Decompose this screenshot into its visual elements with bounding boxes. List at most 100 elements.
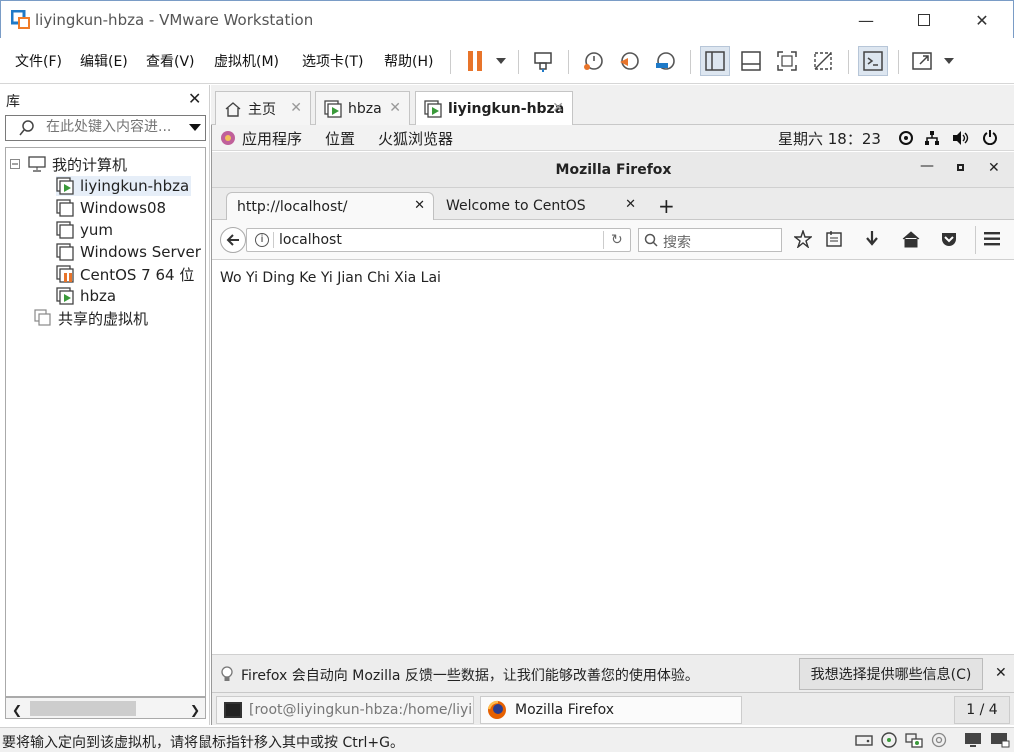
- toolbar-separator: [690, 50, 691, 74]
- menu-applications[interactable]: 应用程序: [242, 128, 302, 149]
- power-icon[interactable]: [982, 129, 998, 145]
- status-bar: 要将输入定向到该虚拟机，请将鼠标指针移入其中或按 Ctrl+G。: [0, 727, 1014, 752]
- power-dropdown-icon[interactable]: [486, 46, 516, 76]
- unity-icon[interactable]: [808, 46, 838, 76]
- tree-item-vm[interactable]: CentOS 7 64 位: [56, 264, 194, 284]
- search-icon: [644, 233, 658, 247]
- notice-text: Firefox 会自动向 Mozilla 反馈一些数据，让我们能够改善您的使用体…: [241, 668, 699, 684]
- chevron-down-icon[interactable]: [189, 124, 201, 132]
- tree-item-my-computer[interactable]: 我的计算机: [10, 154, 127, 174]
- firefox-close-button[interactable]: ✕: [988, 160, 1000, 176]
- menu-file[interactable]: 文件(F): [15, 51, 62, 71]
- firefox-nav-bar: i localhost ↻ 搜索: [212, 220, 1014, 260]
- console-view-icon[interactable]: [858, 46, 888, 76]
- scroll-left-icon[interactable]: ❮: [12, 703, 22, 717]
- display-icon[interactable]: [964, 732, 982, 748]
- info-icon[interactable]: i: [255, 233, 269, 247]
- tree-item-vm[interactable]: Windows08: [56, 198, 166, 218]
- thumbnail-bar-icon[interactable]: [736, 46, 766, 76]
- applications-icon: [220, 130, 236, 146]
- scrollbar-thumb[interactable]: [30, 701, 136, 716]
- close-tab-icon[interactable]: ✕: [625, 197, 636, 212]
- guest-screen[interactable]: 应用程序 位置 火狐浏览器 星期六 18：23 Mozilla Firefox …: [211, 125, 1014, 725]
- tree-label: hbza: [80, 287, 117, 305]
- library-search[interactable]: [5, 115, 206, 141]
- close-tab-icon[interactable]: ✕: [290, 100, 302, 116]
- tree-item-shared[interactable]: 共享的虚拟机: [34, 308, 148, 328]
- reload-icon[interactable]: ↻: [611, 232, 623, 248]
- url-bar[interactable]: i localhost ↻: [246, 228, 631, 252]
- choose-data-button[interactable]: 我想选择提供哪些信息(C): [799, 658, 983, 690]
- firefox-maximize-button[interactable]: [957, 164, 964, 171]
- hard-disk-icon[interactable]: [855, 732, 873, 748]
- hamburger-menu-icon[interactable]: [984, 232, 1000, 246]
- tree-item-vm[interactable]: hbza: [56, 286, 116, 306]
- new-tab-button[interactable]: +: [658, 194, 675, 218]
- usb-icon[interactable]: [930, 732, 948, 748]
- revert-snapshot-icon[interactable]: [614, 46, 644, 76]
- pocket-icon[interactable]: [940, 230, 958, 248]
- bookmark-star-icon[interactable]: [794, 230, 812, 248]
- vm-paused-icon: [56, 265, 74, 283]
- tab-home[interactable]: 主页 ✕: [215, 91, 311, 125]
- snapshot-manager-icon[interactable]: [650, 46, 680, 76]
- menu-view[interactable]: 查看(V): [146, 51, 195, 71]
- cd-dvd-icon[interactable]: [880, 732, 898, 748]
- vm-running-icon: [56, 177, 74, 195]
- clock[interactable]: 星期六 18：23: [778, 128, 881, 149]
- network-adapter-icon[interactable]: [905, 732, 923, 748]
- firefox-minimize-button[interactable]: —: [920, 158, 934, 174]
- firefox-window: Mozilla Firefox — ✕ http://localhost/ ✕ …: [212, 152, 1014, 725]
- menu-help[interactable]: 帮助(H): [384, 51, 433, 71]
- firefox-tab-welcome[interactable]: Welcome to CentOS ✕: [436, 192, 642, 220]
- taskbar-label: Mozilla Firefox: [515, 702, 615, 718]
- menu-vm[interactable]: 虚拟机(M): [214, 51, 279, 71]
- maximize-button[interactable]: [901, 1, 947, 39]
- bookmarks-list-icon[interactable]: [826, 230, 842, 248]
- minimize-button[interactable]: —: [843, 1, 889, 39]
- workspace-pager[interactable]: 1 / 4: [954, 696, 1010, 724]
- collapse-icon[interactable]: [10, 159, 20, 169]
- vm-icon: [56, 199, 74, 217]
- tab-hbza[interactable]: hbza ✕: [315, 91, 410, 125]
- show-library-icon[interactable]: [700, 46, 730, 76]
- close-window-button[interactable]: ✕: [959, 1, 1005, 39]
- tree-label: yum: [80, 221, 113, 239]
- taskbar-item-terminal[interactable]: [root@liyingkun-hbza:/home/liyingk···: [216, 696, 474, 724]
- stretch-dropdown-icon[interactable]: [934, 46, 964, 76]
- scroll-right-icon[interactable]: ❯: [190, 703, 200, 717]
- close-tab-icon[interactable]: ✕: [389, 100, 401, 116]
- library-title: 库: [6, 94, 20, 110]
- lightbulb-icon: [221, 666, 233, 682]
- tree-item-vm[interactable]: yum: [56, 220, 113, 240]
- downloads-icon[interactable]: [864, 230, 880, 248]
- search-box[interactable]: 搜索: [638, 228, 782, 252]
- menu-tabs[interactable]: 选项卡(T): [302, 51, 363, 71]
- close-notice-icon[interactable]: ✕: [995, 665, 1007, 681]
- accessibility-icon[interactable]: [898, 130, 914, 146]
- volume-icon[interactable]: [952, 130, 970, 146]
- close-tab-icon[interactable]: ✕: [552, 100, 564, 116]
- full-screen-icon[interactable]: [772, 46, 802, 76]
- tree-label: 共享的虚拟机: [58, 309, 149, 328]
- close-tab-icon[interactable]: ✕: [414, 198, 425, 213]
- tree-label: Windows08: [80, 199, 167, 217]
- snapshot-icon[interactable]: [578, 46, 608, 76]
- network-icon[interactable]: [924, 130, 940, 146]
- close-library-icon[interactable]: ✕: [188, 89, 201, 108]
- menu-firefox-launcher[interactable]: 火狐浏览器: [378, 128, 453, 149]
- back-button[interactable]: [220, 227, 246, 253]
- message-icon[interactable]: [990, 732, 1010, 748]
- send-ctrl-alt-del-icon[interactable]: [528, 46, 558, 76]
- tree-label: 我的计算机: [52, 155, 128, 174]
- tree-item-vm[interactable]: liyingkun-hbza: [56, 176, 191, 196]
- library-search-input[interactable]: [46, 119, 186, 135]
- menu-edit[interactable]: 编辑(E): [80, 51, 128, 71]
- tree-item-vm[interactable]: Windows Server 2008: [56, 242, 206, 262]
- menu-places[interactable]: 位置: [325, 128, 355, 149]
- taskbar-item-firefox[interactable]: Mozilla Firefox: [480, 696, 742, 724]
- tab-liyingkun-hbza[interactable]: liyingkun-hbza ✕: [415, 91, 573, 126]
- horizontal-scrollbar[interactable]: ❮ ❯: [5, 697, 206, 719]
- firefox-tab-localhost[interactable]: http://localhost/ ✕: [226, 192, 434, 220]
- home-icon[interactable]: [902, 230, 920, 248]
